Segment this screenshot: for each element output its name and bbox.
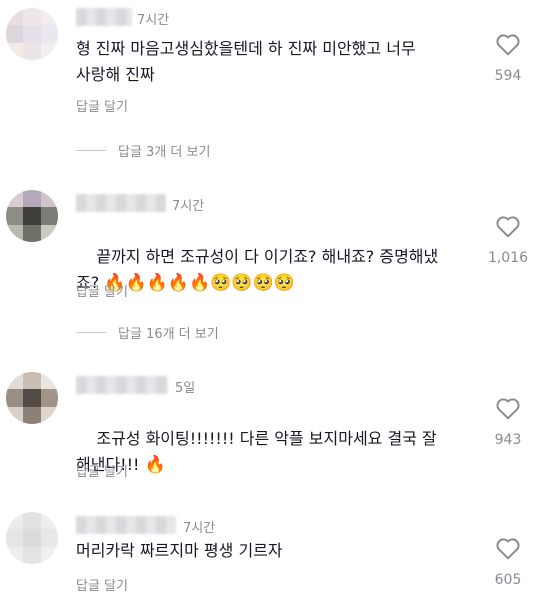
reply-button[interactable]: 답글 달기 [76, 461, 128, 480]
avatar[interactable] [6, 372, 58, 424]
divider-line [76, 150, 106, 151]
reply-button[interactable]: 답글 달기 [76, 96, 128, 115]
username-redacted[interactable] [76, 194, 166, 212]
like-count: 605 [494, 572, 522, 588]
comment-text: 형 진짜 마음고생심핬을텐데 하 진짜 미안했고 너무 사랑해 진짜 [76, 39, 416, 84]
comment-text: 끝까지 하면 조규성이 다 이기죠? 해내죠? 증명해냈 죠? 🔥🔥🔥🔥🔥🥺🥺🥺🥺 [76, 218, 486, 322]
reply-button[interactable]: 답글 달기 [76, 575, 128, 594]
comment-text-line: 끝까지 하면 조규성이 다 이기죠? 해내죠? 증명해냈 [96, 247, 439, 266]
reply-button[interactable]: 답글 달기 [76, 281, 128, 300]
view-more-replies-label: 답글 3개 더 보기 [118, 145, 211, 160]
like-count: 594 [494, 68, 522, 84]
comment-text: 조규성 화이팅!!!!!!! 다른 악플 보지마세요 결국 잘 해낸다!!! 🔥 [76, 400, 486, 504]
comment-text: 머리카락 짜르지마 평생 기르자 [76, 541, 283, 560]
heart-outline-icon [496, 34, 520, 56]
comment-text-body: 조규성 화이팅!!!!!!! 다른 악플 보지마세요 결국 잘 해낸다!!! [76, 429, 437, 474]
emoji-reactions: 🔥 [144, 455, 166, 475]
avatar[interactable] [6, 512, 58, 564]
comment-time: 7시간 [183, 521, 216, 536]
avatar[interactable] [6, 8, 58, 60]
username-redacted[interactable] [76, 516, 176, 534]
like-button[interactable]: 605 [478, 536, 538, 588]
like-count: 1,016 [487, 250, 529, 266]
avatar[interactable] [6, 190, 58, 242]
comment-time: 5일 [175, 381, 196, 396]
divider-line [76, 332, 106, 333]
heart-outline-icon [496, 398, 520, 420]
view-more-replies-label: 답글 16개 더 보기 [118, 327, 219, 342]
like-count: 943 [494, 432, 522, 448]
view-more-replies-button[interactable]: 답글 3개 더 보기 [76, 141, 210, 160]
heart-outline-icon [496, 216, 520, 238]
username-redacted[interactable] [76, 8, 132, 26]
username-redacted[interactable] [76, 376, 168, 394]
emoji-reactions: 🔥🔥🔥🔥🔥🥺🥺🥺🥺 [104, 273, 295, 293]
view-more-replies-button[interactable]: 답글 16개 더 보기 [76, 323, 219, 342]
heart-outline-icon [496, 538, 520, 560]
comment-time: 7시간 [137, 13, 170, 28]
like-button[interactable]: 1,016 [478, 214, 538, 266]
like-button[interactable]: 594 [478, 32, 538, 84]
like-button[interactable]: 943 [478, 396, 538, 448]
comment-time: 7시간 [172, 199, 205, 214]
